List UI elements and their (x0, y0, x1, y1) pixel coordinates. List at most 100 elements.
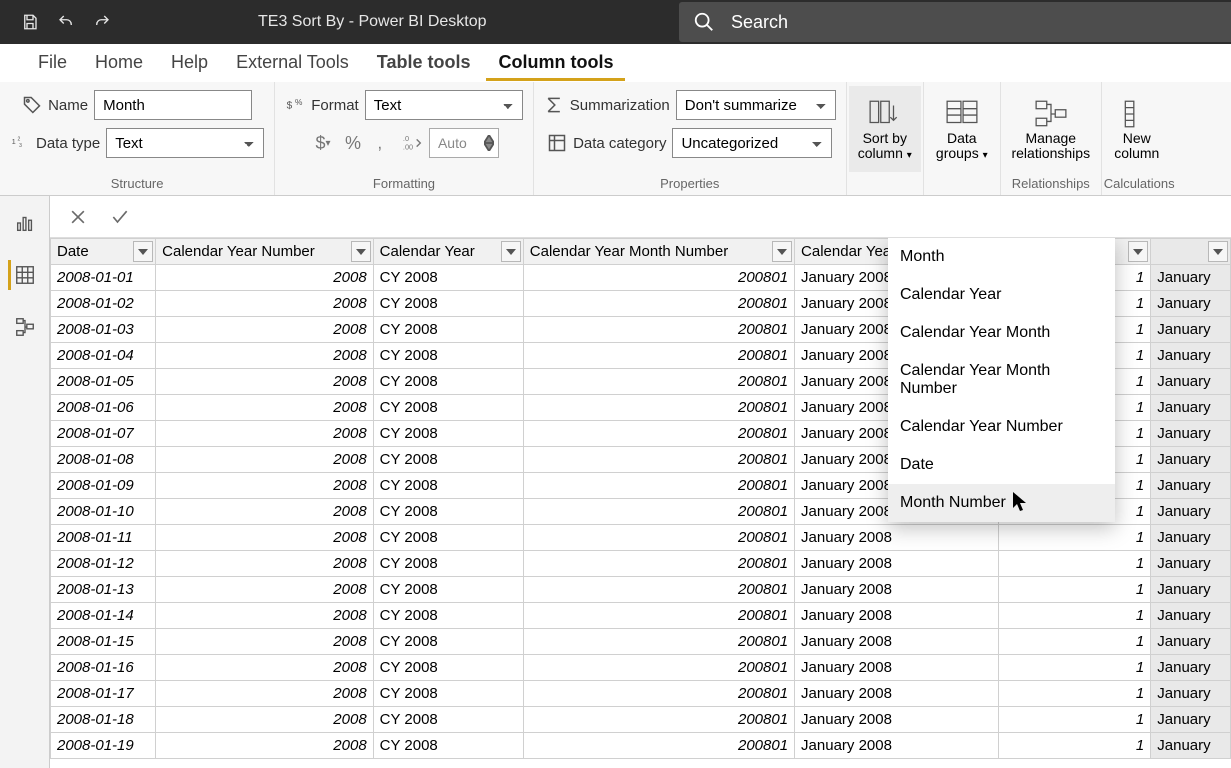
table-cell[interactable]: 200801 (523, 707, 794, 733)
table-cell[interactable]: 2008 (156, 681, 374, 707)
table-cell[interactable]: January (1151, 395, 1231, 421)
table-cell[interactable]: January (1151, 629, 1231, 655)
search-box[interactable]: Search (679, 2, 1231, 42)
data-category-select[interactable]: Uncategorized (672, 128, 832, 158)
table-cell[interactable]: 2008 (156, 317, 374, 343)
table-cell[interactable]: 2008 (156, 473, 374, 499)
table-cell[interactable]: January (1151, 525, 1231, 551)
currency-button[interactable]: $ ▾ (309, 129, 337, 157)
table-cell[interactable]: 2008 (156, 369, 374, 395)
table-cell[interactable]: 2008 (156, 265, 374, 291)
column-header[interactable]: Date (51, 239, 156, 265)
table-cell[interactable]: January (1151, 733, 1231, 759)
table-cell[interactable]: CY 2008 (373, 369, 523, 395)
table-cell[interactable]: 1 (998, 525, 1150, 551)
table-cell[interactable]: CY 2008 (373, 551, 523, 577)
table-cell[interactable]: CY 2008 (373, 681, 523, 707)
model-view-button[interactable] (10, 312, 40, 342)
table-cell[interactable]: 2008-01-13 (51, 577, 156, 603)
column-header[interactable]: Calendar Year (373, 239, 523, 265)
table-cell[interactable]: 2008 (156, 447, 374, 473)
column-filter-button[interactable] (1208, 241, 1228, 262)
table-cell[interactable]: January (1151, 577, 1231, 603)
table-cell[interactable]: 2008-01-10 (51, 499, 156, 525)
table-cell[interactable]: January 2008 (795, 603, 999, 629)
table-cell[interactable]: 200801 (523, 317, 794, 343)
table-row[interactable]: 2008-01-192008CY 2008200801January 20081… (51, 733, 1231, 759)
table-cell[interactable]: 2008-01-17 (51, 681, 156, 707)
sort-menu-item[interactable]: Calendar Year Month (888, 314, 1115, 352)
column-header[interactable] (1151, 239, 1231, 265)
table-cell[interactable]: CY 2008 (373, 577, 523, 603)
table-cell[interactable]: 2008 (156, 707, 374, 733)
table-cell[interactable]: January (1151, 603, 1231, 629)
table-cell[interactable]: 1 (998, 551, 1150, 577)
save-icon[interactable] (14, 7, 46, 37)
table-cell[interactable]: January (1151, 343, 1231, 369)
sort-menu-item[interactable]: Calendar Year Number (888, 408, 1115, 446)
table-cell[interactable]: 2008-01-01 (51, 265, 156, 291)
table-cell[interactable]: 200801 (523, 525, 794, 551)
table-cell[interactable]: CY 2008 (373, 421, 523, 447)
table-cell[interactable]: January (1151, 265, 1231, 291)
table-cell[interactable]: 2008 (156, 499, 374, 525)
table-cell[interactable]: 2008 (156, 525, 374, 551)
table-cell[interactable]: January (1151, 369, 1231, 395)
tab-table-tools[interactable]: Table tools (363, 44, 485, 81)
table-cell[interactable]: 2008-01-15 (51, 629, 156, 655)
table-cell[interactable]: 1 (998, 603, 1150, 629)
table-cell[interactable]: 200801 (523, 447, 794, 473)
table-cell[interactable]: 200801 (523, 291, 794, 317)
datatype-select[interactable]: Text (106, 128, 264, 158)
sort-menu-item[interactable]: Month (888, 238, 1115, 276)
table-cell[interactable]: 2008 (156, 577, 374, 603)
table-cell[interactable]: 200801 (523, 603, 794, 629)
table-cell[interactable]: January (1151, 421, 1231, 447)
table-cell[interactable]: CY 2008 (373, 733, 523, 759)
formula-cancel-button[interactable] (64, 203, 92, 231)
column-filter-button[interactable] (501, 241, 521, 262)
table-cell[interactable]: CY 2008 (373, 343, 523, 369)
table-cell[interactable]: 2008 (156, 291, 374, 317)
table-cell[interactable]: 2008-01-02 (51, 291, 156, 317)
summarization-select[interactable]: Don't summarize (676, 90, 836, 120)
decimals-button[interactable]: .0.00 (399, 129, 427, 157)
table-cell[interactable]: 200801 (523, 395, 794, 421)
table-cell[interactable]: 200801 (523, 551, 794, 577)
table-row[interactable]: 2008-01-162008CY 2008200801January 20081… (51, 655, 1231, 681)
column-filter-button[interactable] (133, 241, 153, 262)
formula-input[interactable] (148, 203, 1217, 231)
redo-icon[interactable] (86, 7, 118, 37)
table-cell[interactable]: January (1151, 473, 1231, 499)
table-cell[interactable]: 200801 (523, 343, 794, 369)
table-cell[interactable]: 2008-01-04 (51, 343, 156, 369)
table-cell[interactable]: CY 2008 (373, 707, 523, 733)
table-cell[interactable]: 2008-01-11 (51, 525, 156, 551)
table-cell[interactable]: 2008 (156, 733, 374, 759)
new-column-button[interactable]: Newcolumn (1104, 86, 1170, 172)
data-groups-button[interactable]: Datagroups ▾ (926, 86, 998, 172)
table-cell[interactable]: 2008-01-16 (51, 655, 156, 681)
table-cell[interactable]: 200801 (523, 681, 794, 707)
table-cell[interactable]: January 2008 (795, 551, 999, 577)
table-cell[interactable]: CY 2008 (373, 447, 523, 473)
table-cell[interactable]: January (1151, 655, 1231, 681)
table-cell[interactable]: 200801 (523, 473, 794, 499)
table-cell[interactable]: 2008-01-07 (51, 421, 156, 447)
table-cell[interactable]: 200801 (523, 655, 794, 681)
sort-menu-item[interactable]: Calendar Year (888, 276, 1115, 314)
table-row[interactable]: 2008-01-112008CY 2008200801January 20081… (51, 525, 1231, 551)
table-cell[interactable]: 1 (998, 629, 1150, 655)
table-cell[interactable]: 1 (998, 681, 1150, 707)
undo-icon[interactable] (50, 7, 82, 37)
table-row[interactable]: 2008-01-122008CY 2008200801January 20081… (51, 551, 1231, 577)
table-cell[interactable]: 2008-01-18 (51, 707, 156, 733)
table-cell[interactable]: 2008-01-08 (51, 447, 156, 473)
table-cell[interactable]: CY 2008 (373, 291, 523, 317)
table-cell[interactable]: 1 (998, 707, 1150, 733)
table-row[interactable]: 2008-01-172008CY 2008200801January 20081… (51, 681, 1231, 707)
table-cell[interactable]: January 2008 (795, 525, 999, 551)
column-filter-button[interactable] (351, 241, 371, 262)
table-cell[interactable]: 200801 (523, 733, 794, 759)
table-cell[interactable]: 2008 (156, 629, 374, 655)
